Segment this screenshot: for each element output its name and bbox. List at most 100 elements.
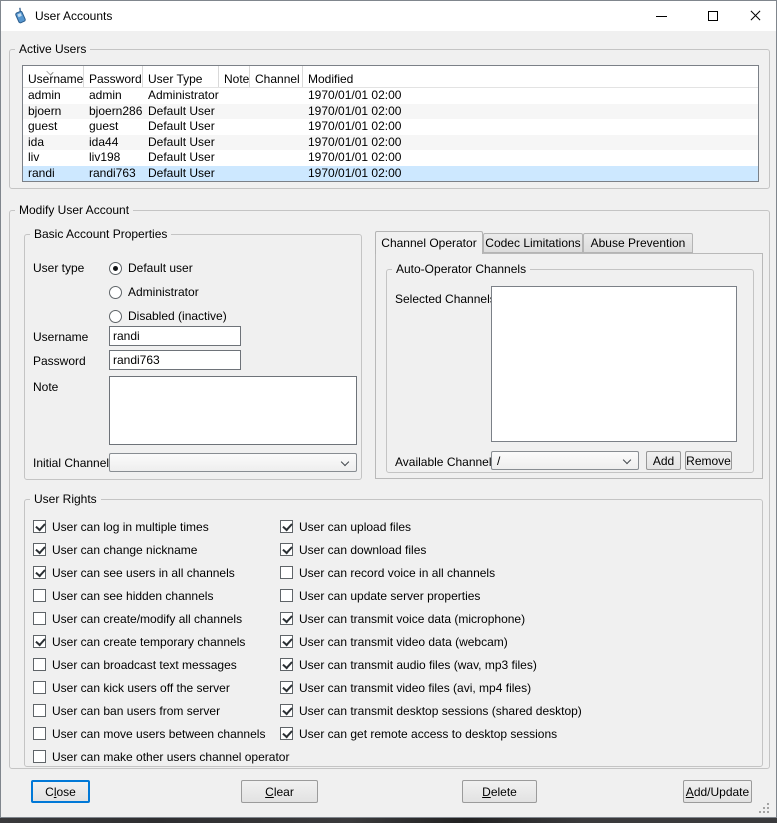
- radio-label: Default user: [128, 261, 193, 275]
- table-row[interactable]: livliv198Default User1970/01/01 02:00: [23, 150, 758, 166]
- basic-group-label: Basic Account Properties: [30, 227, 171, 241]
- column-header-label: Username: [28, 72, 83, 86]
- checkbox-user-can-create-modify-all-channels[interactable]: User can create/modify all channels: [33, 612, 289, 625]
- user-rights-group: User Rights User can log in multiple tim…: [24, 499, 763, 767]
- initial-channel-label: Initial Channel: [33, 456, 109, 470]
- modify-group-label: Modify User Account: [15, 203, 133, 217]
- window-title: User Accounts: [35, 9, 112, 23]
- cell-password: liv198: [84, 150, 143, 166]
- checkbox-user-can-transmit-video-data-webcam[interactable]: User can transmit video data (webcam): [280, 635, 582, 648]
- resize-grip-icon[interactable]: [759, 801, 771, 813]
- cell-note: [219, 166, 250, 182]
- checkbox-user-can-see-hidden-channels[interactable]: User can see hidden channels: [33, 589, 289, 602]
- checkbox-user-can-ban-users-from-server[interactable]: User can ban users from server: [33, 704, 289, 717]
- title-bar[interactable]: User Accounts: [1, 1, 776, 31]
- checkbox-icon: [33, 543, 46, 556]
- maximize-icon: [708, 11, 718, 21]
- add-button[interactable]: Add: [646, 451, 681, 470]
- note-label: Note: [33, 380, 58, 394]
- available-channels-combobox[interactable]: /: [491, 451, 639, 470]
- table-row[interactable]: idaida44Default User1970/01/01 02:00: [23, 135, 758, 151]
- checkbox-user-can-change-nickname[interactable]: User can change nickname: [33, 543, 289, 556]
- checkbox-user-can-transmit-desktop-sessions-shared-desktop[interactable]: User can transmit desktop sessions (shar…: [280, 704, 582, 717]
- column-header-label: Password: [89, 72, 142, 86]
- cell-password: guest: [84, 119, 143, 135]
- checkbox-label: User can transmit audio files (wav, mp3 …: [299, 658, 537, 672]
- note-textarea[interactable]: [109, 376, 357, 445]
- column-header-user-type[interactable]: User Type: [143, 66, 219, 87]
- maximize-button[interactable]: [693, 1, 733, 31]
- username-label: Username: [33, 330, 88, 344]
- table-row[interactable]: guestguestDefault User1970/01/01 02:00: [23, 119, 758, 135]
- selected-channels-list[interactable]: [491, 286, 737, 442]
- table-row[interactable]: randirandi763Default User1970/01/01 02:0…: [23, 166, 758, 182]
- add-update-button[interactable]: Add/Update: [683, 780, 752, 803]
- checkbox-user-can-transmit-voice-data-microphone[interactable]: User can transmit voice data (microphone…: [280, 612, 582, 625]
- radio-administrator[interactable]: Administrator: [109, 280, 199, 304]
- checkbox-label: User can see users in all channels: [52, 566, 235, 580]
- checkbox-user-can-kick-users-off-the-server[interactable]: User can kick users off the server: [33, 681, 289, 694]
- checkbox-user-can-download-files[interactable]: User can download files: [280, 543, 582, 556]
- checkbox-icon: [280, 727, 293, 740]
- active-users-group: Active Users UsernamePasswordUser TypeNo…: [9, 49, 770, 189]
- minimize-button[interactable]: [641, 1, 681, 31]
- checkbox-user-can-broadcast-text-messages[interactable]: User can broadcast text messages: [33, 658, 289, 671]
- column-header-note[interactable]: Note: [219, 66, 250, 87]
- checkbox-user-can-see-users-in-all-channels[interactable]: User can see users in all channels: [33, 566, 289, 579]
- radio-disabled-inactive[interactable]: Disabled (inactive): [109, 304, 227, 328]
- close-button[interactable]: Close: [31, 780, 90, 803]
- user-rights-left-column: User can log in multiple times User can c…: [33, 520, 289, 773]
- cell-note: [219, 104, 250, 120]
- checkbox-label: User can change nickname: [52, 543, 197, 557]
- checkbox-icon: [33, 612, 46, 625]
- checkbox-user-can-update-server-properties[interactable]: User can update server properties: [280, 589, 582, 602]
- checkbox-label: User can move users between channels: [52, 727, 265, 741]
- checkbox-user-can-record-voice-in-all-channels[interactable]: User can record voice in all channels: [280, 566, 582, 579]
- tab-channel-operator[interactable]: Channel Operator: [375, 231, 483, 254]
- cell-channel: [250, 119, 303, 135]
- checkbox-user-can-transmit-video-files-avi-mp4-files[interactable]: User can transmit video files (avi, mp4 …: [280, 681, 582, 694]
- checkbox-user-can-create-temporary-channels[interactable]: User can create temporary channels: [33, 635, 289, 648]
- tab-abuse-prevention[interactable]: Abuse Prevention: [583, 233, 693, 253]
- column-header-modified[interactable]: Modified: [303, 66, 758, 87]
- column-header-password[interactable]: Password: [84, 66, 143, 87]
- checkbox-label: User can download files: [299, 543, 426, 557]
- user-accounts-dialog: User Accounts Active Users UsernamePassw…: [0, 0, 777, 818]
- password-label: Password: [33, 354, 86, 368]
- checkbox-user-can-get-remote-access-to-desktop-sessions[interactable]: User can get remote access to desktop se…: [280, 727, 582, 740]
- checkbox-user-can-make-other-users-channel-operator[interactable]: User can make other users channel operat…: [33, 750, 289, 763]
- close-window-button[interactable]: [735, 1, 775, 31]
- cell-modified: 1970/01/01 02:00: [303, 88, 758, 104]
- delete-button[interactable]: Delete: [462, 780, 537, 803]
- column-header-channel[interactable]: Channel: [250, 66, 303, 87]
- initial-channel-combobox[interactable]: [109, 453, 357, 472]
- users-table[interactable]: Username PasswordUser TypeNoteChannelModi…: [22, 65, 759, 182]
- checkbox-user-can-move-users-between-channels[interactable]: User can move users between channels: [33, 727, 289, 740]
- checkbox-icon: [280, 520, 293, 533]
- cell-modified: 1970/01/01 02:00: [303, 104, 758, 120]
- clear-button[interactable]: Clear: [241, 780, 318, 803]
- checkbox-label: User can transmit desktop sessions (shar…: [299, 704, 582, 718]
- checkbox-user-can-transmit-audio-files-wav-mp3-files[interactable]: User can transmit audio files (wav, mp3 …: [280, 658, 582, 671]
- table-row[interactable]: adminadminAdministrator1970/01/01 02:00: [23, 88, 758, 104]
- username-input[interactable]: [109, 326, 241, 346]
- remove-button[interactable]: Remove: [685, 451, 732, 470]
- cell-user-type: Default User: [143, 150, 219, 166]
- auto-operator-group-label: Auto-Operator Channels: [392, 262, 530, 276]
- checkbox-user-can-log-in-multiple-times[interactable]: User can log in multiple times: [33, 520, 289, 533]
- column-header-username[interactable]: Username: [23, 66, 84, 87]
- table-row[interactable]: bjoernbjoern286Default User1970/01/01 02…: [23, 104, 758, 120]
- radio-label: Disabled (inactive): [128, 309, 227, 323]
- checkbox-icon: [280, 566, 293, 579]
- password-input[interactable]: [109, 350, 241, 370]
- cell-user-type: Default User: [143, 119, 219, 135]
- checkbox-icon: [280, 543, 293, 556]
- tab-codec-limitations[interactable]: Codec Limitations: [483, 233, 583, 253]
- cell-channel: [250, 135, 303, 151]
- checkbox-user-can-upload-files[interactable]: User can upload files: [280, 520, 582, 533]
- cell-username: liv: [23, 150, 84, 166]
- radio-default-user[interactable]: Default user: [109, 256, 193, 280]
- cell-username: bjoern: [23, 104, 84, 120]
- checkbox-label: User can get remote access to desktop se…: [299, 727, 557, 741]
- checkbox-icon: [280, 704, 293, 717]
